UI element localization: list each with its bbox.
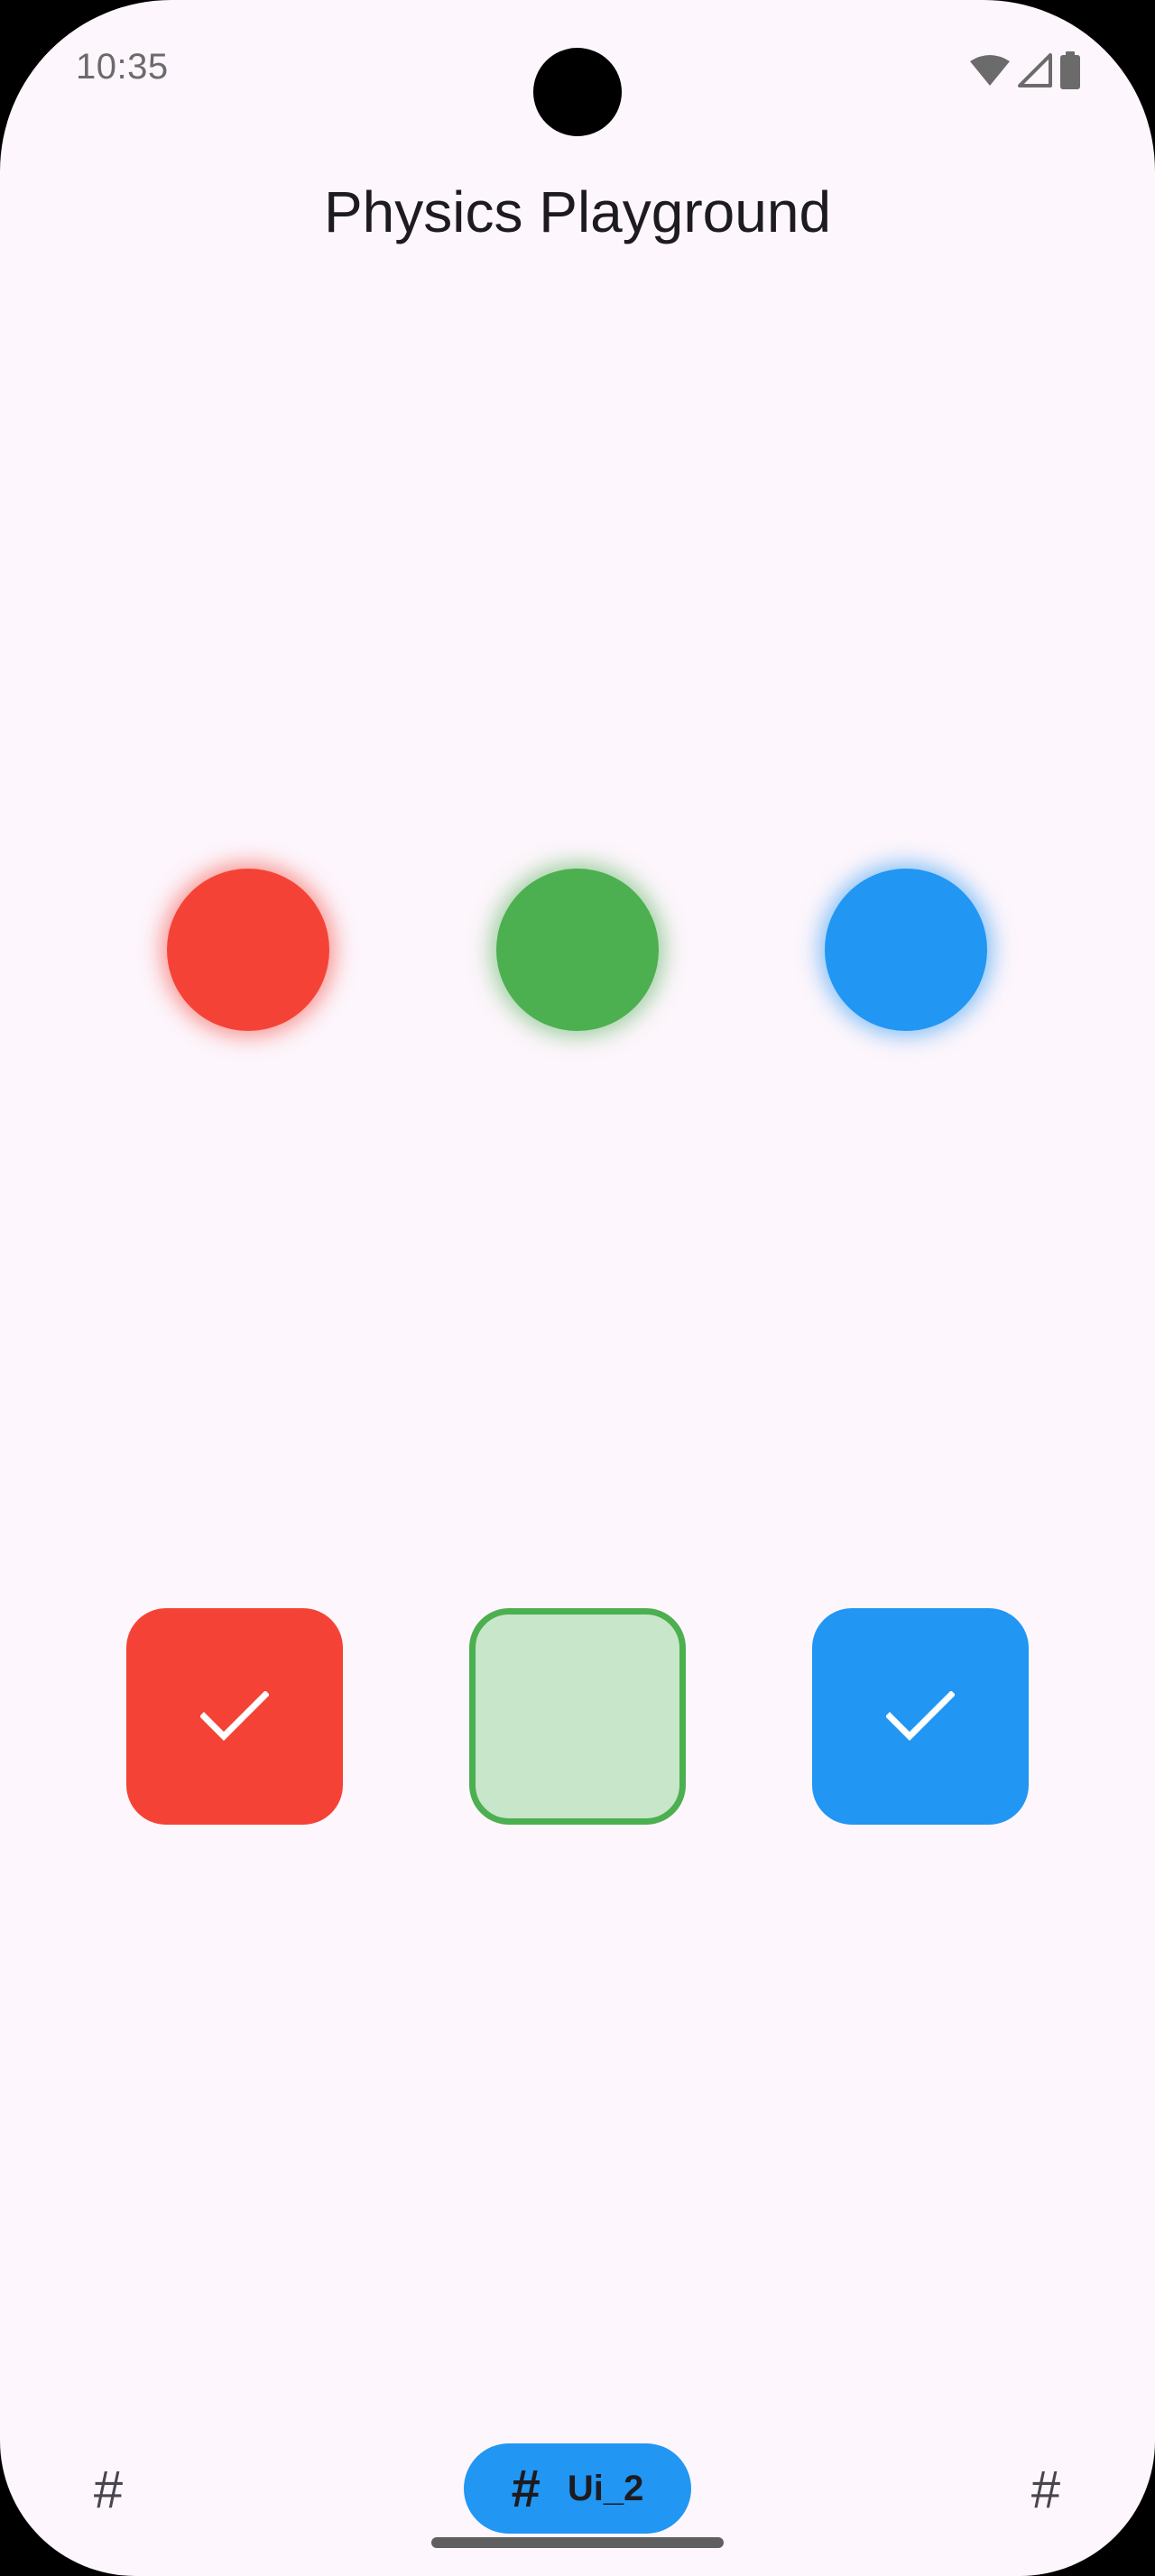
red-ball[interactable] xyxy=(167,869,329,1031)
checkmark-icon xyxy=(886,1691,955,1742)
nav-item-label: Ui_2 xyxy=(567,2468,644,2508)
hashtag-icon: # xyxy=(93,2460,124,2519)
nav-item-right[interactable]: # xyxy=(1010,2453,1082,2525)
blue-checkbox[interactable] xyxy=(812,1608,1029,1825)
status-icons xyxy=(969,51,1081,90)
home-indicator[interactable] xyxy=(431,2537,724,2548)
green-ball[interactable] xyxy=(496,869,659,1031)
status-time: 10:35 xyxy=(76,47,169,87)
hashtag-icon: # xyxy=(1030,2460,1061,2519)
page-title: Physics Playground xyxy=(323,179,832,244)
nav-item-left[interactable]: # xyxy=(72,2453,144,2525)
wifi-icon xyxy=(969,54,1011,87)
checkmark-icon xyxy=(200,1691,269,1742)
nav-item-ui-2[interactable]: # Ui_2 xyxy=(464,2443,691,2534)
device-frame: 10:35 Physics Playground # # Ui_2 # xyxy=(0,0,1155,2576)
camera-cutout xyxy=(533,48,622,136)
hashtag-icon: # xyxy=(511,2459,541,2518)
cellular-signal-icon xyxy=(1018,53,1052,87)
green-checkbox[interactable] xyxy=(469,1608,686,1825)
battery-icon xyxy=(1059,51,1081,89)
screen: 10:35 Physics Playground # # Ui_2 # xyxy=(0,0,1155,2576)
blue-ball[interactable] xyxy=(825,869,987,1031)
red-checkbox[interactable] xyxy=(126,1608,343,1825)
